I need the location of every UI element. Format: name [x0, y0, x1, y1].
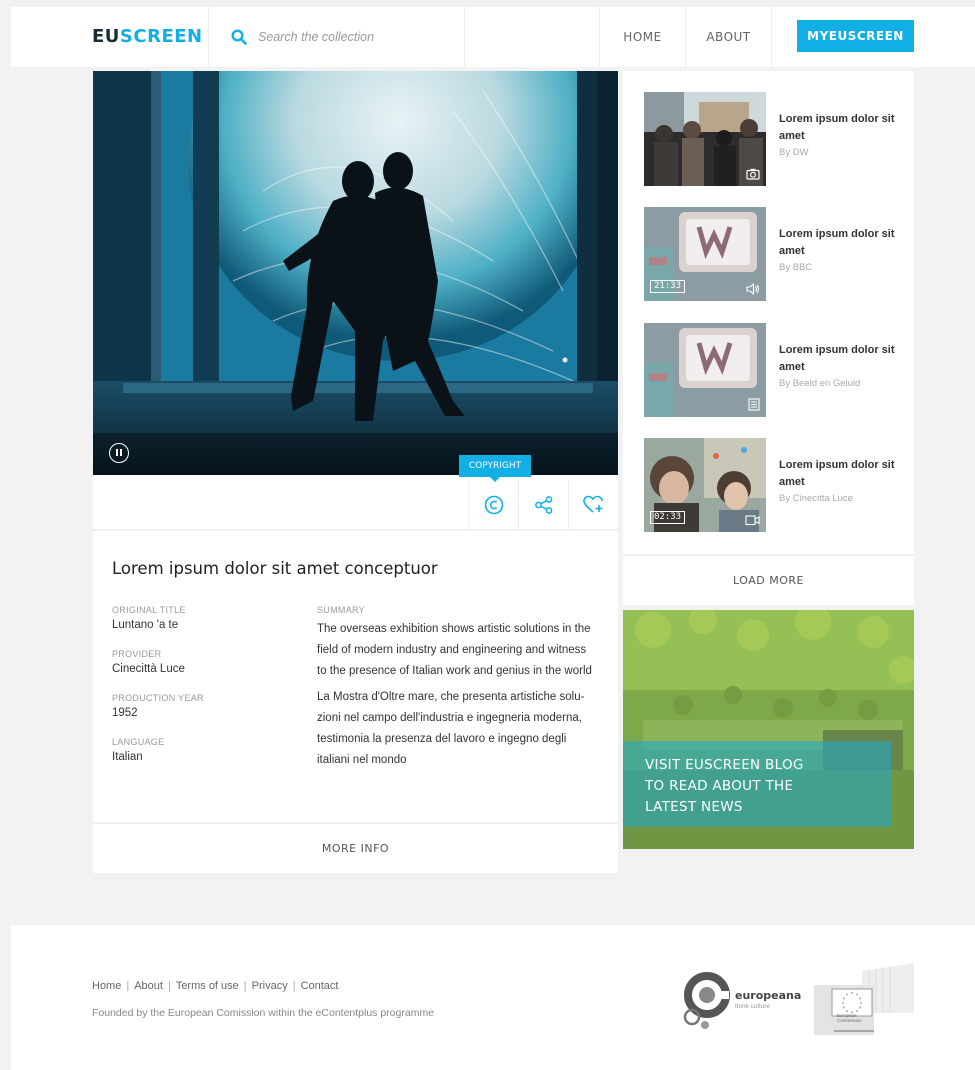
summary-label: SUMMARY — [317, 605, 365, 615]
item-title: Lorem ipsum dolor sit amet conceptuor — [112, 559, 438, 578]
nav-about[interactable]: ABOUT — [686, 7, 771, 67]
header-divider — [771, 7, 772, 67]
european-commission-name: European Commission — [837, 1013, 862, 1023]
meta-label-language: LANGUAGE — [112, 737, 165, 747]
copyright-button[interactable] — [468, 480, 518, 530]
related-thumbnail[interactable] — [644, 92, 766, 186]
footer-link-contact[interactable]: Contact — [301, 980, 339, 992]
duration-badge: 02:33 — [650, 511, 686, 524]
meta-label-provider: PROVIDER — [112, 649, 162, 659]
related-thumbnail[interactable] — [644, 323, 766, 417]
site-footer: Home | About | Terms of use | Privacy | Contact … — [11, 925, 975, 1070]
video-frame — [93, 71, 618, 475]
item-info-panel: Lorem ipsum dolor sit amet conceptuor OR… — [93, 531, 618, 822]
action-bar — [93, 475, 618, 530]
related-item[interactable]: 02:33 Lorem ipsum dolor sit amet By Cine… — [644, 438, 904, 533]
share-icon — [534, 496, 552, 514]
footer-funding-note: Founded by the European Comission within… — [92, 1007, 435, 1019]
footer-link-home[interactable]: Home — [92, 980, 121, 992]
related-item[interactable]: 21:33 Lorem ipsum dolor sit amet By BBC — [644, 207, 904, 302]
footer-link-terms[interactable]: Terms of use — [176, 980, 239, 992]
myeuscreen-button[interactable]: MYEUSCREEN — [797, 20, 914, 52]
europeana-logo-icon[interactable] — [683, 971, 735, 1033]
document-icon — [748, 398, 760, 411]
search-icon[interactable] — [231, 29, 247, 45]
summary-english: The overseas exhibition shows artistic s… — [317, 623, 592, 677]
copyright-tooltip: COPYRIGHT — [459, 455, 531, 482]
related-title[interactable]: Lorem ipsum dolor sit amet — [779, 342, 899, 376]
related-item[interactable]: Lorem ipsum dolor sit amet By Beeld en G… — [644, 323, 904, 418]
video-camera-icon — [745, 515, 760, 526]
related-thumbnail[interactable]: 02:33 — [644, 438, 766, 532]
load-more-button[interactable]: LOAD MORE — [623, 555, 914, 605]
meta-value-production-year: 1952 — [112, 707, 138, 719]
footer-separator: | — [243, 980, 247, 992]
nav-home[interactable]: HOME — [600, 7, 685, 67]
meta-value-original-title: Luntano 'a te — [112, 619, 179, 631]
logo-screen: SCREEN — [119, 26, 203, 47]
video-player[interactable] — [93, 71, 618, 475]
player-control-bar — [93, 433, 618, 475]
related-title[interactable]: Lorem ipsum dolor sit amet — [779, 111, 899, 145]
search-input[interactable] — [258, 25, 448, 49]
copyright-icon — [484, 495, 503, 515]
camera-icon — [746, 168, 760, 180]
speaker-icon — [746, 283, 760, 295]
footer-separator: | — [292, 980, 296, 992]
related-provider: By BBC — [779, 262, 813, 273]
footer-separator: | — [126, 980, 130, 992]
share-button[interactable] — [518, 480, 568, 530]
meta-label-original-title: ORIGINAL TITLE — [112, 605, 186, 615]
meta-value-language: Italian — [112, 751, 143, 763]
search-box[interactable] — [209, 7, 464, 67]
related-title[interactable]: Lorem ipsum dolor sit amet — [779, 226, 899, 260]
metadata-list: ORIGINAL TITLE Luntano 'a te PROVIDER Ci… — [112, 605, 292, 781]
summary-italian: La Mostra d'Oltre mare, che presenta art… — [317, 691, 585, 766]
related-list: Lorem ipsum dolor sit amet By DW 21:33 L… — [623, 71, 914, 554]
euscreen-logo[interactable]: EUSCREEN — [92, 26, 203, 47]
blog-promo[interactable]: VISIT EUSCREEN BLOG TO READ ABOUT THE LA… — [623, 610, 914, 849]
footer-separator: | — [167, 980, 171, 992]
blog-line: VISIT EUSCREEN BLOG — [645, 757, 804, 773]
duration-badge: 21:33 — [650, 280, 686, 293]
related-thumbnail[interactable]: 21:33 — [644, 207, 766, 301]
related-provider: By Beeld en Geluid — [779, 378, 861, 389]
europeana-name: europeana — [735, 989, 802, 1002]
footer-links: Home | About | Terms of use | Privacy | Contact — [92, 980, 338, 992]
pause-button[interactable] — [109, 443, 129, 463]
blog-text-overlay: VISIT EUSCREEN BLOG TO READ ABOUT THE LA… — [623, 741, 891, 827]
summary-section: SUMMARY The overseas exhibition shows ar… — [317, 605, 592, 771]
related-item[interactable]: Lorem ipsum dolor sit amet By DW — [644, 92, 904, 187]
footer-link-about[interactable]: About — [134, 980, 163, 992]
related-provider: By DW — [779, 147, 809, 158]
blog-line: LATEST NEWS — [645, 799, 743, 815]
meta-value-provider: Cinecittà Luce — [112, 663, 185, 675]
blog-line: TO READ ABOUT THE — [645, 778, 794, 794]
more-info-button[interactable]: MORE INFO — [93, 823, 618, 873]
meta-label-production-year: PRODUCTION YEAR — [112, 693, 204, 703]
related-title[interactable]: Lorem ipsum dolor sit amet — [779, 457, 899, 491]
related-provider: By Cinecitta Luce — [779, 493, 853, 504]
footer-link-privacy[interactable]: Privacy — [252, 980, 288, 992]
add-favorite-button[interactable] — [568, 480, 618, 530]
europeana-tagline: think culture — [735, 1003, 771, 1010]
site-header: EUSCREEN HOME ABOUT MYEUSCREEN — [11, 7, 975, 67]
logo-eu: EU — [92, 26, 120, 47]
european-commission-logo-icon[interactable] — [814, 963, 914, 1035]
header-divider — [464, 7, 465, 67]
heart-plus-icon — [582, 495, 603, 513]
